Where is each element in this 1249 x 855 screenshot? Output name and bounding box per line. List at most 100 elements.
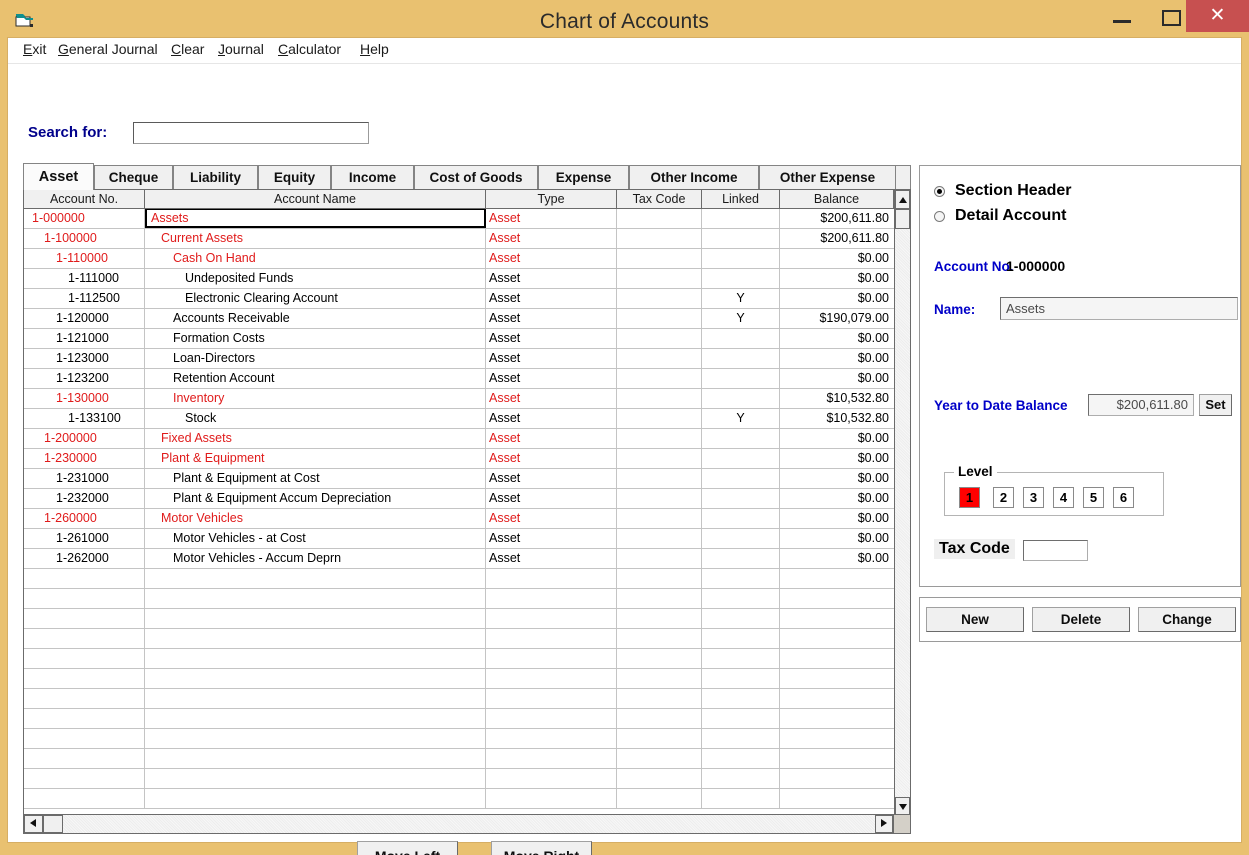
vertical-scroll-track[interactable] [895,209,910,797]
level-button-1[interactable]: 1 [959,487,980,508]
table-row-empty[interactable] [24,729,894,749]
cell-linked [702,549,780,568]
horizontal-scrollbar[interactable] [24,814,910,833]
cell-empty [145,589,486,608]
menu-item-general-journal[interactable]: General Journal [58,41,158,57]
column-header-balance[interactable]: Balance [780,190,894,208]
column-header-type[interactable]: Type [486,190,617,208]
table-row-empty[interactable] [24,629,894,649]
tab-cost-of-goods[interactable]: Cost of Goods [414,165,538,189]
delete-button[interactable]: Delete [1032,607,1130,632]
scroll-left-button[interactable] [24,815,43,833]
table-row[interactable]: 1-262000 Motor Vehicles - Accum Deprn Asse… [24,549,894,569]
menu-item-help[interactable]: Help [360,41,389,57]
set-balance-button[interactable]: Set [1199,394,1232,416]
cell-account-name: Retention Account [145,369,486,388]
table-row[interactable]: 1-133100 Stock Asset Y $10,532.80 [24,409,894,429]
table-row[interactable]: 1-123200 Retention Account Asset $0.00 [24,369,894,389]
tab-asset[interactable]: Asset [23,163,94,190]
table-row-empty[interactable] [24,789,894,809]
level-button-5[interactable]: 5 [1083,487,1104,508]
cell-linked [702,529,780,548]
tab-income[interactable]: Income [331,165,414,189]
tab-equity[interactable]: Equity [258,165,331,189]
menu-item-journal[interactable]: Journal [218,41,264,57]
ytd-balance-value[interactable]: $200,611.80 [1088,394,1194,416]
table-row-empty[interactable] [24,689,894,709]
menu-item-exit[interactable]: Exit [23,41,46,57]
tab-cheque[interactable]: Cheque [94,165,173,189]
search-input[interactable] [133,122,369,144]
column-header-account-no[interactable]: Account No. [24,190,145,208]
table-row-empty[interactable] [24,609,894,629]
table-row-empty[interactable] [24,749,894,769]
table-row-empty[interactable] [24,769,894,789]
table-row[interactable]: 1-111000 Undeposited Funds Asset $0.00 [24,269,894,289]
table-row[interactable]: 1-112500 Electronic Clearing Account Asset… [24,289,894,309]
level-button-4[interactable]: 4 [1053,487,1074,508]
table-row[interactable]: 1-123000 Loan-Directors Asset $0.00 [24,349,894,369]
tab-liability[interactable]: Liability [173,165,258,189]
table-row-empty[interactable] [24,709,894,729]
vertical-scrollbar[interactable] [894,190,910,833]
cell-tax-code [617,549,702,568]
table-row[interactable]: 1-000000 Assets Asset $200,611.80 [24,209,894,229]
table-row[interactable]: 1-261000 Motor Vehicles - at Cost Asset $0.… [24,529,894,549]
table-row[interactable]: 1-121000 Formation Costs Asset $0.00 [24,329,894,349]
table-row-empty[interactable] [24,669,894,689]
table-row-empty[interactable] [24,569,894,589]
account-actions-panel: New Delete Change [919,597,1241,642]
scroll-up-button[interactable] [895,190,910,209]
vertical-scroll-thumb[interactable] [895,209,910,229]
tab-expense[interactable]: Expense [538,165,629,189]
menu-item-clear[interactable]: Clear [171,41,204,57]
scroll-right-button[interactable] [875,815,893,833]
table-row[interactable]: 1-200000 Fixed Assets Asset $0.00 [24,429,894,449]
table-row[interactable]: 1-120000 Accounts Receivable Asset Y $190,07… [24,309,894,329]
column-header-linked[interactable]: Linked [702,190,780,208]
cell-account-no: 1-123200 [24,369,145,388]
cell-balance: $0.00 [857,491,889,505]
cell-account-no: 1-110000 [24,249,145,268]
column-header-account-name[interactable]: Account Name [145,190,486,208]
cell-empty [780,609,894,628]
table-row[interactable]: 1-232000 Plant & Equipment Accum Deprecia… [24,489,894,509]
new-button[interactable]: New [926,607,1024,632]
move-left-button[interactable]: Move Left [357,841,458,855]
table-row[interactable]: 1-260000 Motor Vehicles Asset $0.00 [24,509,894,529]
level-button-3[interactable]: 3 [1023,487,1044,508]
table-row[interactable]: 1-230000 Plant & Equipment Asset $0.00 [24,449,894,469]
cell-account-name: Motor Vehicles - at Cost [145,529,486,548]
radio-detail-account-label: Detail Account [955,207,1067,224]
tab-other-expense[interactable]: Other Expense [759,165,896,189]
scroll-down-button[interactable] [895,797,910,815]
up-arrow-icon [899,197,907,203]
table-row-empty[interactable] [24,649,894,669]
cell-type: Asset [486,469,617,488]
level-button-6[interactable]: 6 [1113,487,1134,508]
tab-other-income[interactable]: Other Income [629,165,759,189]
cell-account-no: 1-123000 [24,349,145,368]
minimize-button[interactable] [1100,0,1146,32]
horizontal-scroll-thumb[interactable] [43,815,63,833]
account-name-input[interactable]: Assets [1000,297,1238,320]
close-button[interactable]: ✕ [1186,0,1249,32]
table-row[interactable]: 1-231000 Plant & Equipment at Cost Asset $0… [24,469,894,489]
move-right-button[interactable]: Move Right [491,841,592,855]
column-header-tax-code[interactable]: Tax Code [617,190,702,208]
cell-empty [145,749,486,768]
cell-empty [780,729,894,748]
table-row[interactable]: 1-110000 Cash On Hand Asset $0.00 [24,249,894,269]
table-row-empty[interactable] [24,589,894,609]
level-button-2[interactable]: 2 [993,487,1014,508]
menu-item-calculator[interactable]: Calculator [278,41,341,57]
cell-linked [702,349,780,368]
cell-account-no: 1-121000 [24,329,145,348]
change-button[interactable]: Change [1138,607,1236,632]
table-row[interactable]: 1-100000 Current Assets Asset $200,611.80 [24,229,894,249]
cell-empty [486,749,617,768]
tax-code-input[interactable] [1023,540,1088,561]
cell-empty [780,589,894,608]
table-row[interactable]: 1-130000 Inventory Asset $10,532.80 [24,389,894,409]
tax-code-label: Tax Code [934,539,1015,559]
